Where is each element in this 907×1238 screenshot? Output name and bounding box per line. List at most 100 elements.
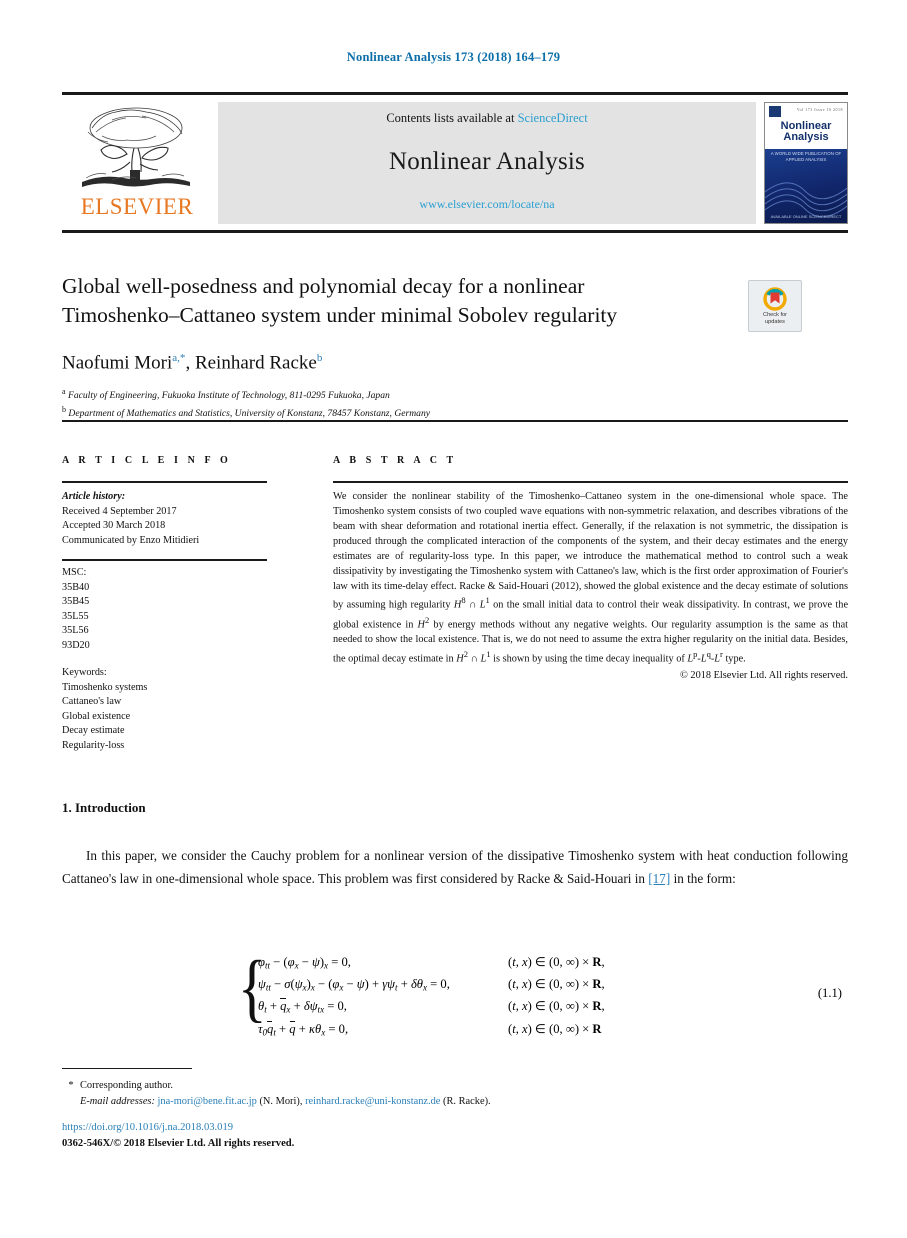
issn-copyright-line: 0362-546X/© 2018 Elsevier Ltd. All right… [62, 1138, 295, 1149]
intro-text-b: in the form: [670, 870, 736, 886]
msc-code: 35L55 [62, 610, 89, 622]
abstract-math-lr: -L [710, 653, 721, 665]
equation-1-lhs: φtt − (φx − ψ)x = 0, [258, 955, 351, 971]
email-note: E-mail addresses: jna-mori@bene.fit.ac.j… [62, 1094, 762, 1110]
email-owner-mori: (N. Mori), [259, 1095, 303, 1107]
cover-wave-graphic [765, 182, 847, 218]
history-communicated: Communicated by Enzo Mitidieri [62, 535, 200, 547]
crossmark-badge[interactable]: Check for updates [748, 280, 802, 332]
msc-code: 35L56 [62, 625, 89, 637]
affiliation-list: a Faculty of Engineering, Fukuoka Instit… [62, 386, 802, 421]
article-history-block: Article history: Received 4 September 20… [62, 490, 277, 549]
cover-artwork: A WORLD WIDE PUBLICATION OF APPLIED ANAL… [765, 149, 847, 223]
abstract-math-lq: -L [697, 653, 707, 665]
journal-header-box: Contents lists available at ScienceDirec… [218, 102, 756, 224]
keyword-item: Cattaneo's law [62, 696, 122, 708]
author-2: , Reinhard Racke [185, 352, 317, 374]
reference-link-17[interactable]: [17] [648, 871, 670, 886]
equation-row: θt + qx + δψtx = 0, (t, x) ∈ (0, ∞) × R, [258, 996, 708, 1018]
footnote-rule [62, 1068, 192, 1070]
footnote-block: * Corresponding author. E-mail addresses:… [62, 1078, 762, 1109]
email-label: E-mail addresses: [80, 1095, 155, 1107]
title-line-1: Global well-posedness and polynomial dec… [62, 274, 585, 298]
msc-block: MSC: 35B40 35B45 35L55 35L56 93D20 [62, 566, 277, 653]
keyword-item: Decay estimate [62, 725, 125, 737]
cover-top-strip: Vol 173 Issue 10 2018 [765, 103, 847, 119]
affiliation-a-marker: a [62, 387, 66, 396]
running-head: Nonlinear Analysis 173 (2018) 164–179 [346, 50, 561, 64]
cover-volume-text: Vol 173 Issue 10 2018 [796, 107, 843, 112]
info-section-top-rule [62, 420, 848, 422]
article-history-label: Article history: [62, 491, 126, 502]
crossmark-label-line1: Check for [763, 311, 787, 318]
equation-1-domain: (t, x) ∈ (0, ∞) × R, [508, 955, 605, 969]
keyword-item: Timoshenko systems [62, 681, 148, 693]
contents-prefix: Contents lists available at [386, 111, 518, 125]
author-list: Naofumi Moria,*, Reinhard Rackeb [62, 352, 762, 374]
keywords-block: Keywords: Timoshenko systems Cattaneo's … [62, 666, 277, 753]
equation-4-lhs: τ0qt + q + κθx = 0, [258, 1021, 349, 1038]
asterisk-marker: * [68, 1080, 74, 1091]
masthead-top-rule [62, 92, 848, 95]
corresponding-author-text: Corresponding author. [80, 1080, 173, 1091]
elsevier-logo: ELSEVIER [62, 102, 212, 224]
affiliation-b-marker: b [62, 404, 66, 414]
equation-2-lhs: ψtt − σ(ψx)x − (φx − ψ) + γψt + δθx = 0, [258, 977, 450, 993]
msc-separator-rule [62, 559, 267, 561]
email-link-mori[interactable]: jna-mori@bene.fit.ac.jp [158, 1096, 257, 1107]
msc-code: 93D20 [62, 639, 90, 651]
equation-row: τ0qt + q + κθx = 0, (t, x) ∈ (0, ∞) × R [258, 1019, 708, 1041]
abstract-heading: A B S T R A C T [333, 455, 457, 466]
msc-code: 35B45 [62, 596, 90, 608]
keyword-item: Global existence [62, 710, 131, 722]
equation-2-domain: (t, x) ∈ (0, ∞) × R, [508, 977, 605, 992]
doi-link[interactable]: https://doi.org/10.1016/j.na.2018.03.019 [62, 1122, 233, 1133]
abstract-math-h2b: H [456, 653, 464, 665]
equation-number: (1.1) [817, 986, 842, 1000]
abstract-heading-rule [333, 481, 848, 483]
elsevier-tree-icon [82, 107, 190, 187]
equation-3-lhs: θt + qx + δψtx = 0, [258, 999, 347, 1015]
journal-cover-thumbnail: Vol 173 Issue 10 2018 Nonlinear Analysis… [764, 102, 848, 224]
journal-url-link[interactable]: www.elsevier.com/locate/na [419, 197, 554, 212]
sciencedirect-link[interactable]: ScienceDirect [518, 111, 588, 125]
keyword-item: Regularity-loss [62, 739, 125, 751]
history-accepted: Accepted 30 March 2018 [62, 520, 166, 532]
affiliation-a: a Faculty of Engineering, Fukuoka Instit… [62, 386, 802, 404]
equation-4-domain: (t, x) ∈ (0, ∞) × R [508, 1021, 602, 1036]
equation-block-1-1: { φtt − (φx − ψ)x = 0, (t, x) ∈ (0, ∞) ×… [62, 948, 848, 1048]
email-owner-racke: (R. Racke). [443, 1095, 491, 1107]
abstract-part-4: is shown by using the time decay inequal… [490, 653, 688, 665]
affiliation-b-text: Department of Mathematics and Statistics… [68, 407, 431, 419]
info-heading-rule [62, 481, 267, 483]
email-link-racke[interactable]: reinhard.racke@uni-konstanz.de [305, 1096, 440, 1107]
crossmark-icon [763, 286, 787, 311]
author-1: Naofumi Mori [62, 352, 173, 374]
abstract-part-1: We consider the nonlinear stability of t… [333, 491, 848, 611]
abstract-text: We consider the nonlinear stability of t… [333, 490, 848, 684]
contents-available-line: Contents lists available at ScienceDirec… [386, 111, 587, 126]
crossmark-label: Check for updates [763, 312, 787, 326]
cover-title-line2: Analysis [783, 131, 829, 144]
abstract-cap-1: ∩ [465, 599, 480, 611]
paper-page: Nonlinear Analysis 173 (2018) 164–179 EL… [0, 0, 907, 1238]
cover-logo-mark [769, 106, 781, 117]
page-title: Global well-posedness and polynomial dec… [62, 272, 722, 330]
abstract-cap-2: ∩ [467, 653, 481, 665]
abstract-copyright: © 2018 Elsevier Ltd. All rights reserved… [680, 670, 848, 682]
title-line-2: Timoshenko–Cattaneo system under minimal… [62, 302, 618, 327]
cover-title: Nonlinear Analysis [765, 120, 847, 144]
equation-rows: φtt − (φx − ψ)x = 0, (t, x) ∈ (0, ∞) × R… [258, 952, 708, 1041]
author-1-marker: a,* [172, 352, 186, 364]
affiliation-b: b Department of Mathematics and Statisti… [62, 404, 802, 422]
author-2-marker: b [316, 352, 323, 364]
crossmark-label-line2: updates [765, 318, 785, 325]
section-heading-introduction: 1. Introduction [62, 800, 146, 815]
keywords-label: Keywords: [62, 667, 107, 678]
equation-row: ψtt − σ(ψx)x − (φx − ψ) + γψt + δθx = 0,… [258, 974, 708, 996]
abstract-math-h2: H [417, 619, 425, 631]
equation-3-domain: (t, x) ∈ (0, ∞) × R, [508, 999, 605, 1014]
introduction-paragraph: In this paper, we consider the Cauchy pr… [62, 845, 848, 890]
journal-title: Nonlinear Analysis [389, 147, 585, 175]
journal-masthead: ELSEVIER Contents lists available at Sci… [62, 92, 848, 224]
